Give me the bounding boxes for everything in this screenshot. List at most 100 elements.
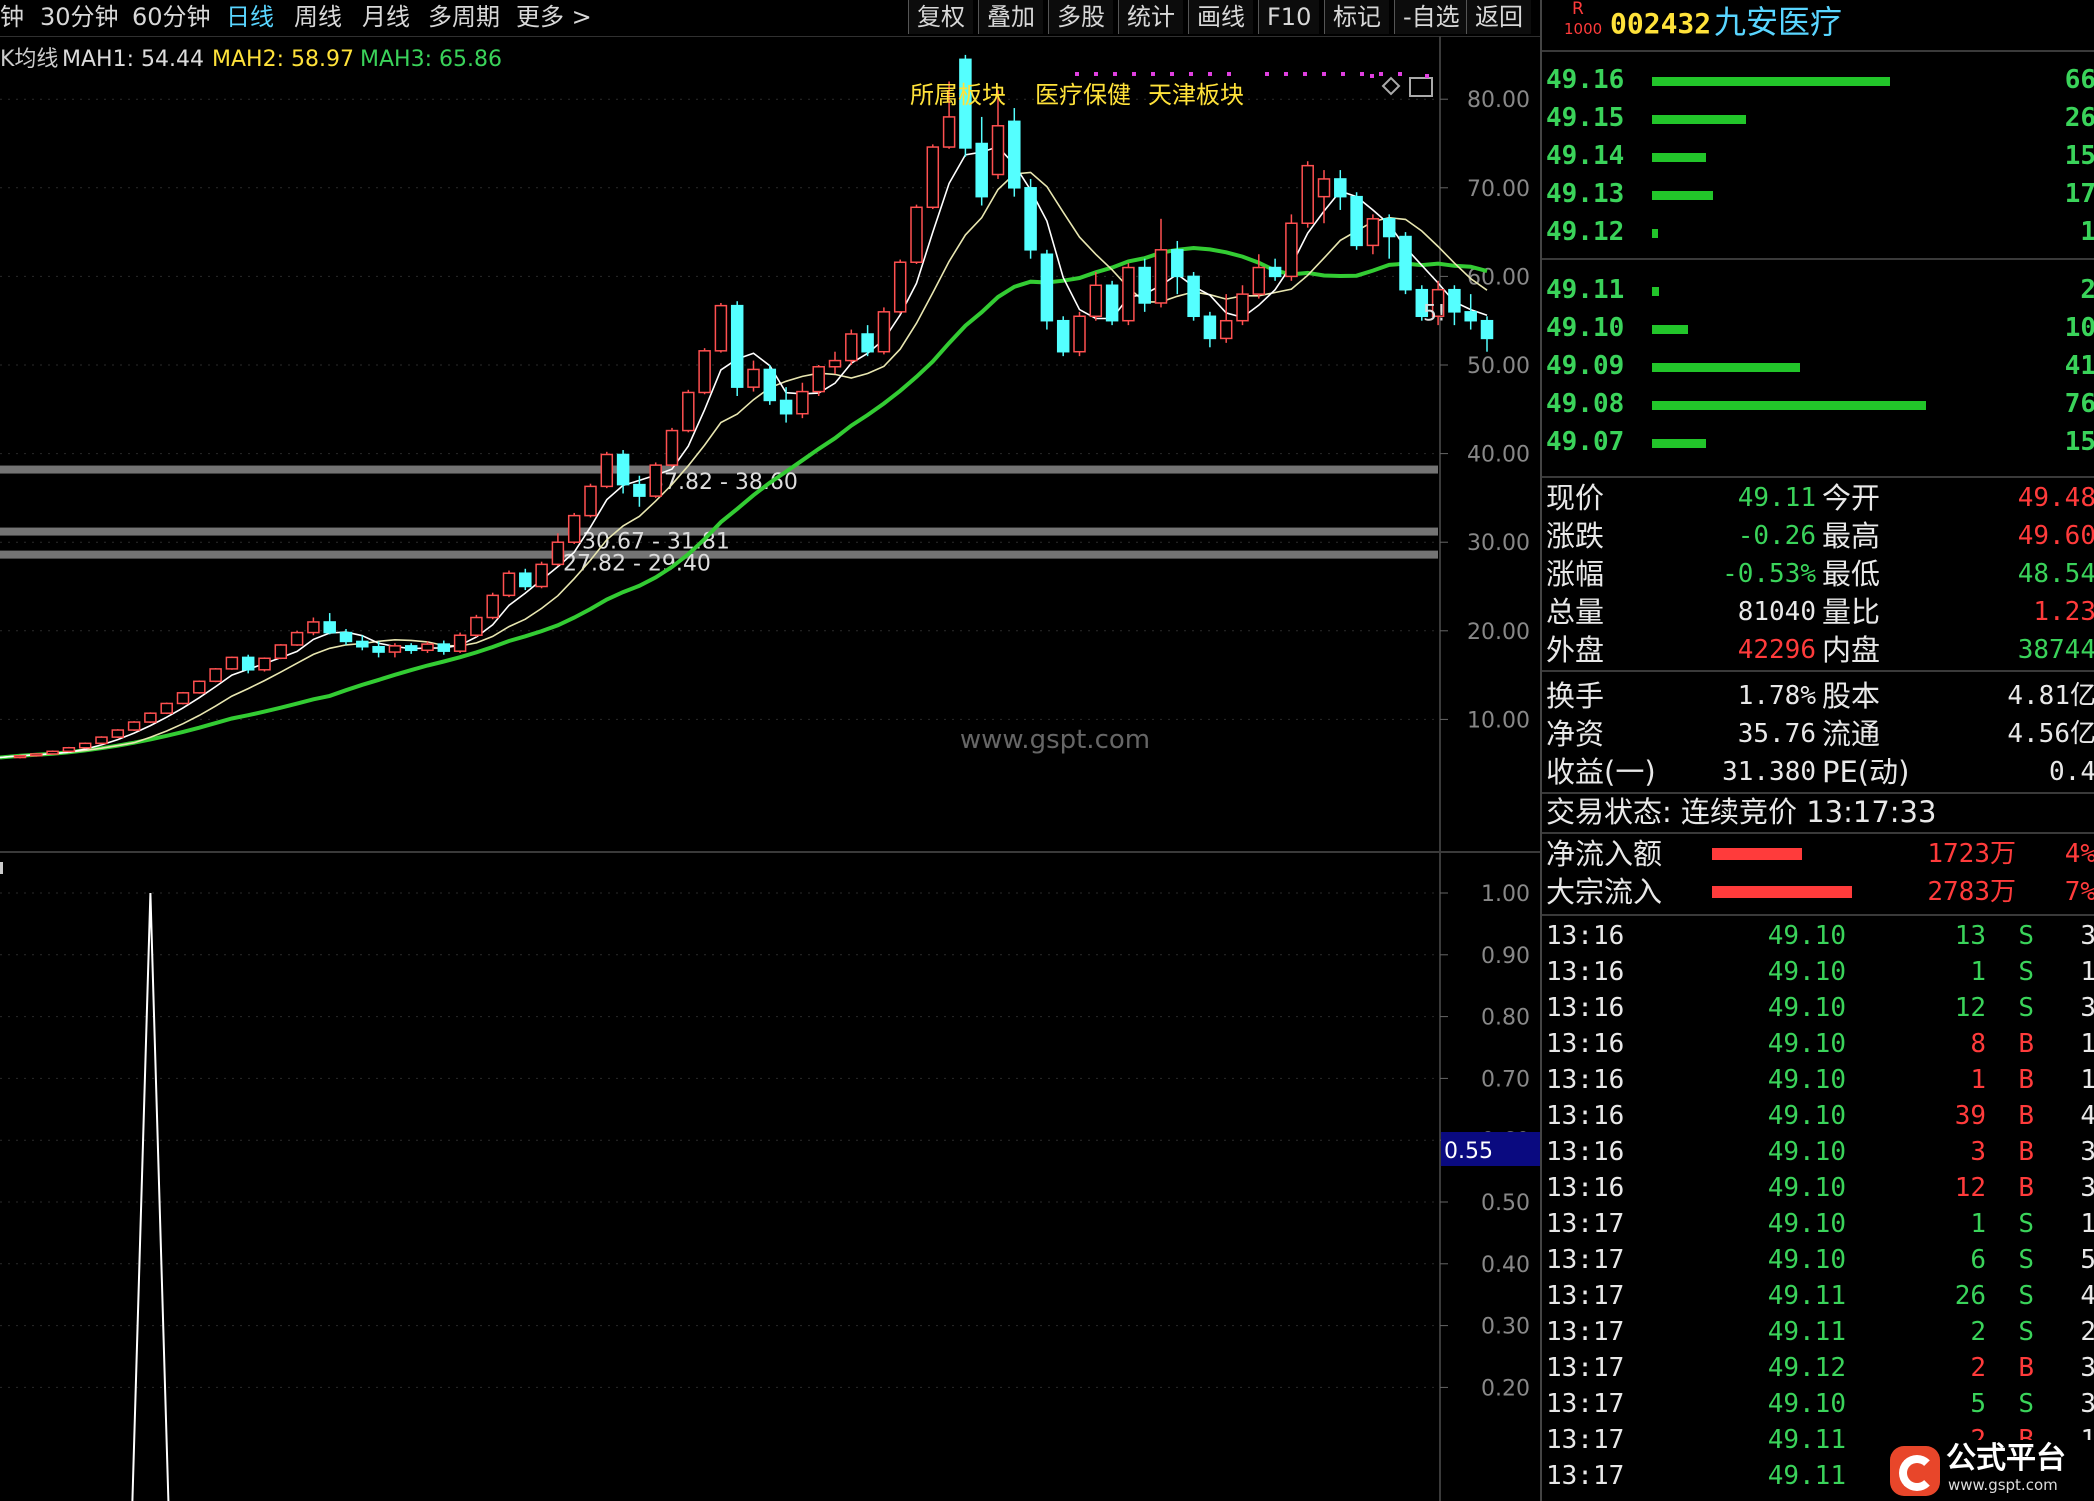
candle (551, 533, 565, 567)
book-qty: 15 (2064, 427, 2094, 457)
candle (404, 643, 418, 654)
stat-value: 35.76 (1737, 719, 1816, 749)
book-price: 49.14 (1546, 141, 1625, 171)
stat-value: 49.60 (2017, 521, 2094, 551)
sector-tag-2[interactable]: 天津板块 (1148, 81, 1244, 109)
logo-text: 公式平台 (1946, 1441, 2066, 1476)
logo-mark-icon (1890, 1446, 1940, 1496)
panel-toggle-icon[interactable] (1409, 77, 1433, 97)
chart-area[interactable]: K均线 MAH1: 54.44 MAH2: 58.97 MAH3: 65.86 80.0… (0, 36, 1540, 1501)
sub-y-tick-label: 0.80 (1481, 1006, 1530, 1031)
marker-dot (1208, 72, 1212, 76)
tool-button-4[interactable]: 画线 (1188, 0, 1253, 34)
candle (633, 475, 646, 507)
stat-label: 总量 (1546, 595, 1605, 629)
sub-value-label: 0.55 (1444, 1139, 1493, 1164)
tick-time: 13:16 (1546, 921, 1625, 951)
badge-top: R (1572, 0, 1584, 19)
period-tab-5[interactable]: 月线 (362, 2, 410, 32)
tick-volume: 12 (1954, 993, 1986, 1023)
candle (502, 570, 516, 598)
sector-tag-0[interactable]: 所属板块 (910, 81, 1006, 109)
candle (1448, 285, 1461, 326)
stats-row: 现价 49.11 今开 49.48 (1542, 480, 2094, 518)
book-qty: 15 (2064, 141, 2094, 171)
marker-dot (1075, 72, 1079, 76)
tick-row: 13:16 49.10 8 B 1 (1542, 1026, 2094, 1062)
tool-button-1[interactable]: 叠加 (978, 0, 1043, 34)
tick-row: 13:17 49.10 1 S 1 (1542, 1206, 2094, 1242)
candle (763, 365, 777, 405)
stat-label: 现价 (1546, 481, 1605, 515)
period-tab-1[interactable]: 30分钟 (40, 2, 119, 32)
book-price: 49.11 (1546, 275, 1625, 305)
book-divider (1542, 258, 2094, 260)
tick-time: 13:17 (1546, 1245, 1625, 1275)
stat-label: 净资 (1546, 717, 1605, 751)
order-book-row: 49.14 15 (1542, 138, 2094, 174)
period-tab-0[interactable]: 钟 (0, 2, 24, 32)
marker-dot (1170, 72, 1174, 76)
book-qty: 17 (2064, 179, 2094, 209)
candle (649, 462, 662, 498)
tick-row: 13:16 49.10 12 B 3 (1542, 1170, 2094, 1206)
candle (486, 592, 499, 620)
period-tab-2[interactable]: 60分钟 (132, 2, 211, 32)
candle (453, 632, 467, 653)
stats-divider (1542, 670, 2094, 672)
period-tab-7[interactable]: 更多 > (516, 2, 592, 32)
period-tab-3[interactable]: 日线 (226, 2, 274, 32)
tool-button-0[interactable]: 复权 (908, 0, 973, 34)
stat-label: 收益(一) (1546, 755, 1656, 789)
tick-row: 13:16 49.10 13 S 3 (1542, 918, 2094, 954)
order-book-row: 49.08 76 (1542, 386, 2094, 422)
tick-count: 2 (2080, 1314, 2094, 1350)
tool-button-6[interactable]: 标记 (1324, 0, 1389, 34)
stats-row: 涨跌 -0.26 最高 49.60 (1542, 518, 2094, 556)
indicator-name: K均线 (0, 47, 58, 72)
tick-side: B (2018, 1101, 2034, 1131)
book-volume-bar (1652, 363, 1800, 372)
tool-button-3[interactable]: 统计 (1118, 0, 1183, 34)
tool-button-8[interactable]: 返回 (1466, 0, 1531, 34)
tool-button-5[interactable]: F10 (1258, 0, 1320, 34)
stat-label: 最低 (1822, 557, 1881, 591)
order-book-row: 49.16 66 (1542, 62, 2094, 98)
sector-tag-1[interactable]: 医疗保健 (1035, 81, 1131, 109)
candle (1334, 170, 1347, 210)
marker-dot (1189, 72, 1193, 76)
candle (1008, 108, 1021, 197)
order-book-row: 49.11 2 (1542, 272, 2094, 308)
tick-side: S (2018, 1245, 2034, 1275)
marker-dot (1379, 72, 1383, 76)
tick-price: 49.10 (1767, 957, 1846, 987)
candle (274, 644, 288, 660)
candle (535, 561, 548, 589)
ma-mid-line (0, 171, 1488, 759)
tick-count: 1 (2080, 1026, 2094, 1062)
candle (1219, 294, 1233, 343)
book-volume-bar (1652, 439, 1706, 448)
candle (388, 643, 402, 658)
tick-price: 49.10 (1767, 1245, 1846, 1275)
candle (812, 365, 825, 397)
candle (1122, 263, 1135, 326)
tool-button-7[interactable]: -自选 (1394, 0, 1468, 34)
tick-row: 13:16 49.10 1 S 1 (1542, 954, 2094, 990)
marker-dot (1398, 72, 1402, 76)
period-tab-6[interactable]: 多周期 (428, 2, 500, 32)
tick-row: 13:16 49.10 1 B 1 (1542, 1062, 2094, 1098)
diamond-icon[interactable] (1381, 76, 1401, 96)
candle (665, 427, 679, 467)
candle (584, 483, 597, 518)
stat-label: 内盘 (1822, 633, 1881, 667)
candle (78, 742, 92, 749)
logo-url: www.gspt.com (1948, 1476, 2058, 1494)
book-qty: 1 (2080, 214, 2094, 250)
tool-button-2[interactable]: 多股 (1048, 0, 1113, 34)
tick-row: 13:16 49.10 3 B 3 (1542, 1134, 2094, 1170)
period-tab-4[interactable]: 周线 (294, 2, 342, 32)
candle (225, 656, 239, 670)
tick-volume: 1 (1970, 957, 1986, 987)
tick-time: 13:17 (1546, 1353, 1625, 1383)
